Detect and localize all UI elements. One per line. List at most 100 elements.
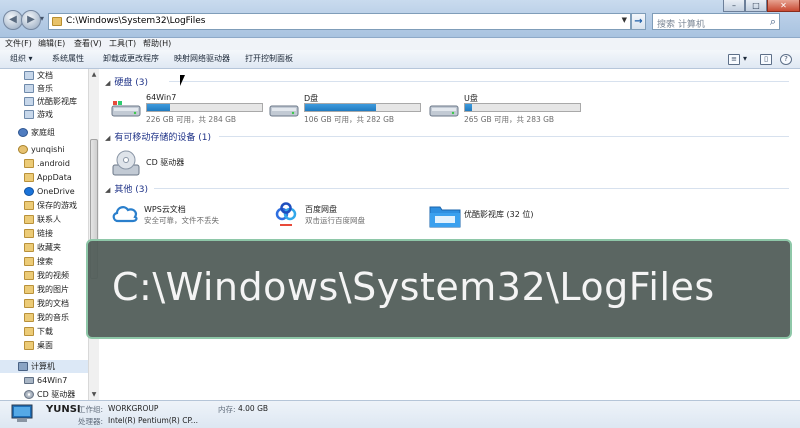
address-path[interactable]: C:\Windows\System32\LogFiles xyxy=(66,16,205,26)
menu-tools[interactable]: 工具(T) xyxy=(109,38,136,50)
sidebar-item-games[interactable]: 游戏 xyxy=(0,108,88,121)
content-pane: ◢ 硬盘 (3) 64Win7 226 GB 可用，共 284 GB D盘 106… xyxy=(99,69,800,400)
sidebar-item-cd-drive[interactable]: CD 驱动器 xyxy=(0,388,88,400)
scroll-down-arrow-icon[interactable]: ▼ xyxy=(89,391,99,398)
group-header-other[interactable]: ◢ 其他 (3) xyxy=(105,182,148,195)
sidebar-item-youku-library[interactable]: 优酷影视库 xyxy=(0,95,88,108)
go-refresh-button[interactable]: → xyxy=(631,13,646,30)
drive-64win7[interactable]: 64Win7 226 GB 可用，共 284 GB xyxy=(111,93,263,133)
sidebar-item-label: 我的文档 xyxy=(37,299,69,308)
system-properties-button[interactable]: 系统属性 xyxy=(52,50,84,68)
command-toolbar: 组织 ▾ 系统属性 卸载或更改程序 映射网络驱动器 打开控制面板 ≡ ▾ ▯ ? xyxy=(0,50,800,69)
menu-view[interactable]: 查看(V) xyxy=(74,38,102,50)
sidebar-item-label: 收藏夹 xyxy=(37,243,61,252)
sidebar-item-my-documents[interactable]: 我的文档 xyxy=(0,297,88,310)
sidebar-item-favorites[interactable]: 收藏夹 xyxy=(0,241,88,254)
group-header-removable[interactable]: ◢ 有可移动存储的设备 (1) xyxy=(105,130,211,143)
sidebar-item-computer[interactable]: 计算机 xyxy=(0,360,88,373)
recent-pages-chevron-icon[interactable]: ▾ xyxy=(40,14,44,23)
folder-icon xyxy=(24,257,34,266)
sidebar-item-downloads[interactable]: 下载 xyxy=(0,325,88,338)
menu-help[interactable]: 帮助(H) xyxy=(143,38,171,50)
address-dropdown-chevron-icon[interactable]: ▼ xyxy=(622,16,627,24)
sidebar-item-searches[interactable]: 搜索 xyxy=(0,255,88,268)
forward-button[interactable]: ▶ xyxy=(21,10,41,30)
help-icon[interactable]: ? xyxy=(780,54,792,65)
baidu-netdisk-item[interactable]: 百度网盘 双击运行百度网盘 xyxy=(274,199,414,229)
group-title: 硬盘 (3) xyxy=(114,78,149,88)
sidebar-item-homegroup[interactable]: 家庭组 xyxy=(0,126,88,139)
sidebar-item-my-music[interactable]: 我的音乐 xyxy=(0,311,88,324)
sidebar-item-documents[interactable]: 文档 xyxy=(0,69,88,82)
back-button[interactable]: ◀ xyxy=(3,10,23,30)
memory-label: 内存: xyxy=(218,405,236,414)
sidebar-item-onedrive[interactable]: OneDrive xyxy=(0,185,88,198)
title-bar: ◀ ▶ ▾ C:\Windows\System32\LogFiles ▼ → 搜… xyxy=(0,0,800,38)
preview-pane-icon[interactable]: ▯ xyxy=(760,54,772,65)
collapse-triangle-icon[interactable]: ◢ xyxy=(105,79,110,87)
drive-usage-bar xyxy=(304,103,421,112)
address-bar[interactable]: C:\Windows\System32\LogFiles ▼ xyxy=(48,13,631,30)
folder-icon xyxy=(52,17,62,26)
uninstall-program-button[interactable]: 卸载或更改程序 xyxy=(103,50,159,68)
sidebar-item-saved-games[interactable]: 保存的游戏 xyxy=(0,199,88,212)
sidebar-item-label: 链接 xyxy=(37,229,53,238)
group-title: 其他 (3) xyxy=(114,185,149,195)
sidebar-scrollbar[interactable]: ▲ ▼ xyxy=(88,69,99,400)
search-input[interactable]: 搜索 计算机 ⌕ xyxy=(652,13,780,30)
drive-name: CD 驱动器 xyxy=(146,158,185,167)
menu-bar: 文件(F) 编辑(E) 查看(V) 工具(T) 帮助(H) xyxy=(0,38,800,50)
folder-icon xyxy=(24,299,34,308)
computer-name: YUNSI xyxy=(46,404,81,415)
view-options-chevron-icon[interactable]: ▾ xyxy=(743,50,747,68)
processor-value: Intel(R) Pentium(R) CP... xyxy=(108,416,198,425)
drive-free-space: 106 GB 可用，共 282 GB xyxy=(304,115,395,124)
sidebar-item-user-folder[interactable]: yunqishi xyxy=(0,143,88,156)
youku-library-item[interactable]: 优酷影视库 (32 位) xyxy=(429,199,569,229)
details-pane: YUNSI 工作组: WORKGROUP 内存: 4.00 GB 处理器: In… xyxy=(0,400,800,428)
sidebar-item-label: CD 驱动器 xyxy=(37,390,76,399)
open-control-panel-button[interactable]: 打开控制面板 xyxy=(245,50,293,68)
sidebar-item-label: 音乐 xyxy=(37,84,53,93)
windows-drive-icon xyxy=(111,101,141,117)
collapse-triangle-icon[interactable]: ◢ xyxy=(105,186,110,194)
sidebar-item-drive-64win7[interactable]: 64Win7 xyxy=(0,374,88,387)
sidebar-item-label: OneDrive xyxy=(37,187,75,196)
sidebar-item-my-pictures[interactable]: 我的图片 xyxy=(0,283,88,296)
mouse-cursor xyxy=(180,75,189,86)
wps-cloud-docs-item[interactable]: WPS云文档 安全可靠，文件不丢失 xyxy=(111,199,251,229)
drive-u[interactable]: U盘 265 GB 可用，共 283 GB xyxy=(429,93,581,133)
sidebar-item-label: 搜索 xyxy=(37,257,53,266)
sidebar-item-music[interactable]: 音乐 xyxy=(0,82,88,95)
collapse-triangle-icon[interactable]: ◢ xyxy=(105,134,110,142)
scroll-up-arrow-icon[interactable]: ▲ xyxy=(89,71,99,78)
sidebar-item-android[interactable]: .android xyxy=(0,157,88,170)
sidebar-item-label: 保存的游戏 xyxy=(37,201,77,210)
sidebar-item-label: 我的音乐 xyxy=(37,313,69,322)
folder-icon xyxy=(24,271,34,280)
close-button[interactable]: ✕ xyxy=(767,0,800,12)
workgroup-label: 工作组: xyxy=(78,405,104,414)
change-view-icon[interactable]: ≡ xyxy=(728,54,740,65)
sidebar-item-appdata[interactable]: AppData xyxy=(0,171,88,184)
folder-icon xyxy=(24,215,34,224)
folder-icon xyxy=(24,313,34,322)
group-header-hard-disks[interactable]: ◢ 硬盘 (3) xyxy=(105,75,148,88)
drive-d[interactable]: D盘 106 GB 可用，共 282 GB xyxy=(269,93,421,133)
maximize-button[interactable]: □ xyxy=(745,0,767,12)
menu-edit[interactable]: 编辑(E) xyxy=(38,38,65,50)
sidebar-item-links[interactable]: 链接 xyxy=(0,227,88,240)
documents-library-icon xyxy=(24,71,34,80)
sidebar-item-desktop[interactable]: 桌面 xyxy=(0,339,88,352)
user-folder-icon xyxy=(18,145,28,154)
search-icon[interactable]: ⌕ xyxy=(770,15,776,29)
sidebar-item-my-videos[interactable]: 我的视频 xyxy=(0,269,88,282)
minimize-button[interactable]: – xyxy=(723,0,745,12)
hard-disk-icon xyxy=(24,377,34,384)
menu-file[interactable]: 文件(F) xyxy=(5,38,32,50)
sidebar-item-contacts[interactable]: 联系人 xyxy=(0,213,88,226)
sidebar-item-label: yunqishi xyxy=(31,145,65,154)
organize-button[interactable]: 组织 ▾ xyxy=(10,50,33,68)
baidu-netdisk-desc: 双击运行百度网盘 xyxy=(305,216,365,225)
map-network-drive-button[interactable]: 映射网络驱动器 xyxy=(174,50,230,68)
